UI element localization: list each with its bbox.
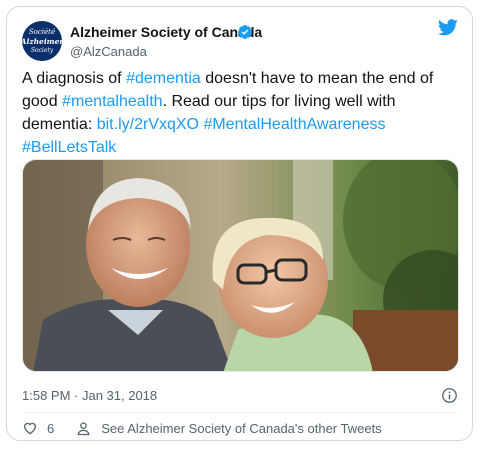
hashtag-link[interactable]: #MentalHealthAwareness	[203, 116, 385, 133]
hashtag-link[interactable]: #dementia	[126, 70, 201, 87]
tweet-timestamp[interactable]: 1:58 PM · Jan 31, 2018	[22, 388, 157, 404]
display-name[interactable]: Alzheimer Society of Canada	[70, 24, 262, 41]
tweet-photo[interactable]	[22, 159, 459, 372]
avatar-text-line-2: Alzheimer	[20, 36, 64, 46]
avatar[interactable]: Société Alzheimer Society	[20, 21, 64, 61]
tweet-text-segment: A diagnosis of	[22, 70, 127, 87]
info-icon[interactable]	[441, 387, 458, 404]
twitter-bird-icon[interactable]	[438, 19, 458, 36]
account-handle[interactable]: @AlzCanada	[70, 43, 147, 60]
divider	[22, 412, 457, 413]
avatar-text-line-1: Société	[28, 27, 56, 36]
tweet-footer: 6 See Alzheimer Society of Canada's othe…	[22, 419, 382, 437]
tweet-text: A diagnosis of #dementia doesn't have to…	[22, 67, 462, 159]
see-other-tweets-link[interactable]: See Alzheimer Society of Canada's other …	[101, 421, 381, 436]
tweet-card: Société Alzheimer Society Alzheimer Soci…	[6, 6, 473, 441]
heart-icon[interactable]	[22, 420, 38, 436]
avatar-text-line-3: Society	[30, 46, 54, 54]
hashtag-link[interactable]: #mentalhealth	[62, 93, 163, 110]
person-icon	[77, 421, 90, 435]
like-count: 6	[47, 420, 55, 436]
photo-of-smiling-elderly-couple	[23, 160, 458, 371]
verified-badge-icon	[238, 25, 252, 39]
hashtag-link[interactable]: #BellLetsTalk	[22, 139, 116, 156]
url-link[interactable]: bit.ly/2rVxqXO	[97, 116, 199, 133]
